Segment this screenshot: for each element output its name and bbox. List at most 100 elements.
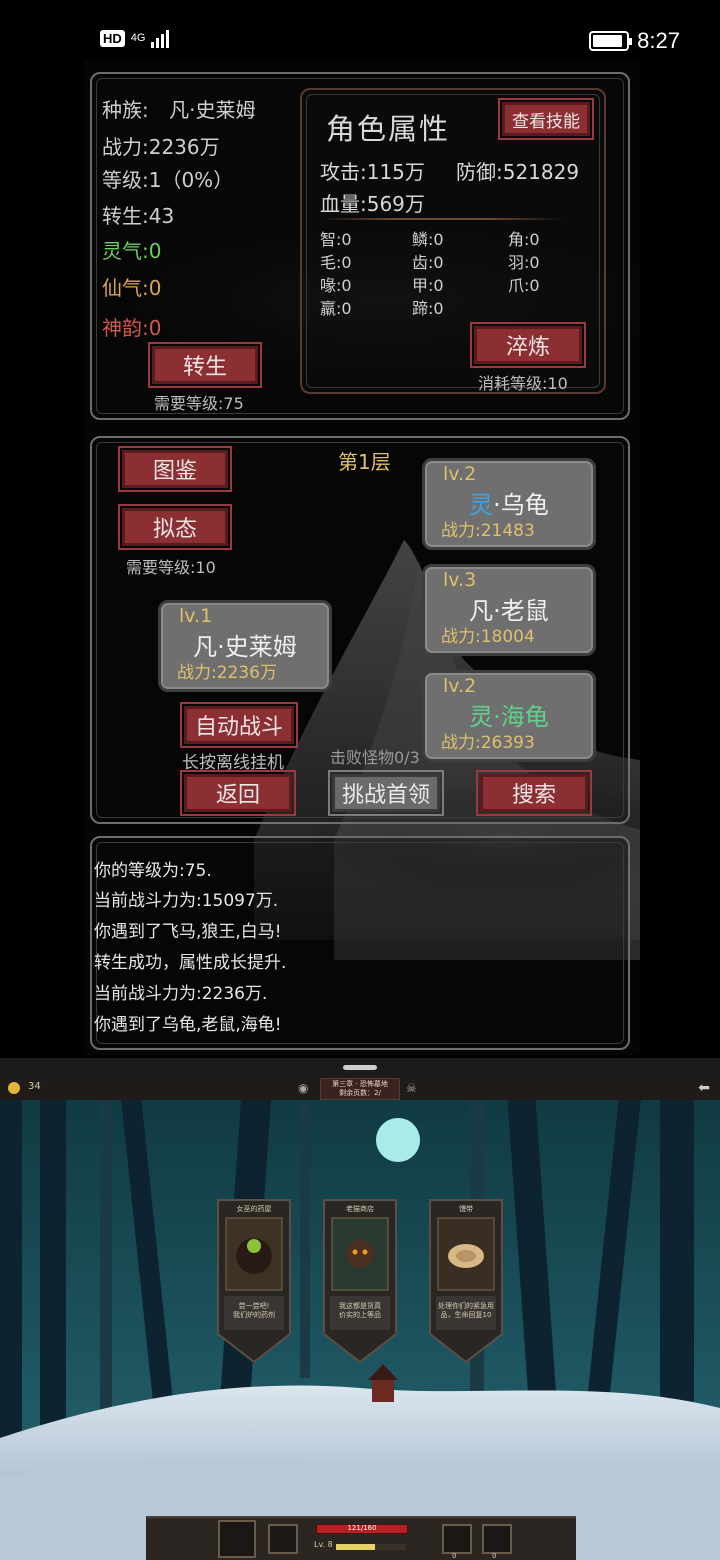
mimic-requirement: 需要等级:10 xyxy=(126,558,216,577)
log-line: 你的等级为:75. xyxy=(94,861,212,881)
log-line: 当前战斗力为:2236万. xyxy=(94,984,268,1004)
log-line: 你遇到了飞马,狼王,白马! xyxy=(94,922,282,942)
power-value: 战力:2236万 xyxy=(102,135,220,159)
monster-card[interactable]: lv.3 凡·老鼠 战力:18004 xyxy=(422,564,596,656)
attr-zhua: 爪:0 xyxy=(508,276,540,295)
monster-level: lv.2 xyxy=(443,675,477,697)
status-right: 8:27 xyxy=(589,28,680,54)
attack-value: 攻击:115万 xyxy=(320,160,425,184)
rebirth-button[interactable]: 转生 xyxy=(148,342,262,388)
race-row: 种族: 凡·史莱姆 xyxy=(102,94,255,123)
player-card[interactable]: lv.1 凡·史莱姆 战力:2236万 xyxy=(158,600,332,692)
signal-icon xyxy=(151,28,170,48)
log-line: 转生成功，属性成长提升. xyxy=(94,953,287,973)
monster-card[interactable]: lv.2 灵·海龟 战力:26393 xyxy=(422,670,596,762)
player-name: 凡·史莱姆 xyxy=(161,627,329,662)
battery-icon xyxy=(589,31,633,51)
monster-rank: 凡 xyxy=(469,597,494,625)
view-skills-button[interactable]: 查看技能 xyxy=(498,98,594,140)
split-screen-divider[interactable] xyxy=(0,1058,720,1078)
rebirth-requirement: 需要等级:75 xyxy=(154,394,244,413)
codex-button[interactable]: 图鉴 xyxy=(118,446,232,492)
event-card[interactable]: 女巫的药屋 尝一尝吧! 我们炉的药剂 xyxy=(214,1194,294,1364)
slot-count: 0 xyxy=(452,1552,457,1560)
attribute-title: 角色属性 xyxy=(326,112,451,146)
xianqi-value: 仙气:0 xyxy=(102,276,162,300)
card-desc: 尝一尝吧! 我们炉的药剂 xyxy=(233,1302,275,1319)
hp-bar: 121/160 xyxy=(316,1524,408,1534)
skill-slot[interactable] xyxy=(268,1524,298,1554)
network-type: 4G xyxy=(130,31,146,44)
eye-icon[interactable]: ◉ xyxy=(298,1081,308,1095)
coin-icon xyxy=(8,1082,20,1094)
monster-name: 灵·海龟 xyxy=(425,697,593,732)
card-title: 女巫的药屋 xyxy=(236,1205,272,1213)
attr-zhi: 智:0 xyxy=(320,230,352,249)
floor-title: 第1层 xyxy=(338,450,391,474)
auto-battle-hint: 长按离线挂机 xyxy=(182,753,284,773)
monster-species: ·老鼠 xyxy=(493,597,549,625)
monster-level: lv.3 xyxy=(443,569,477,591)
chapter-title: 第三章 · 恐怖墓地 xyxy=(332,1080,388,1088)
mimic-button[interactable]: 拟态 xyxy=(118,504,232,550)
game-window: 种族: 凡·史莱姆 战力:2236万 等级:1（0%） 转生:43 灵气:0 仙… xyxy=(84,60,640,1055)
attr-jiao: 角:0 xyxy=(508,230,540,249)
portrait-slot[interactable] xyxy=(218,1520,256,1558)
hp-value: 血量:569万 xyxy=(320,192,425,216)
event-card[interactable]: 馒带 处理你们的紧急用 品，生命回复10 xyxy=(426,1194,506,1364)
attribute-panel: 角色属性 查看技能 攻击:115万 防御:521829 血量:569万 智:0 … xyxy=(300,88,606,394)
monster-rank: 灵 xyxy=(469,491,494,519)
attr-yu: 羽:0 xyxy=(508,253,540,272)
monster-name: 凡·老鼠 xyxy=(425,591,593,626)
potion-slot[interactable] xyxy=(442,1524,472,1554)
hp-text: 121/160 xyxy=(347,1524,377,1532)
card-title: 馒带 xyxy=(459,1205,473,1213)
player-species: ·史莱姆 xyxy=(217,633,297,661)
attr-ti: 蹄:0 xyxy=(412,299,444,318)
hd-icon: HD xyxy=(100,29,125,47)
defeat-count: 击败怪物0/3 xyxy=(330,748,420,767)
log-line: 当前战斗力为:15097万. xyxy=(94,891,279,911)
player-level-text: Lv. 8 xyxy=(314,1540,333,1549)
refine-button[interactable]: 淬炼 xyxy=(470,322,586,368)
coin-count: 34 xyxy=(28,1081,41,1092)
monster-rank: 灵 xyxy=(469,703,494,731)
card-frame xyxy=(217,1199,291,1364)
refine-cost: 消耗等级:10 xyxy=(478,374,568,393)
player-power: 战力:2236万 xyxy=(177,663,277,683)
monster-power: 战力:21483 xyxy=(441,521,535,541)
split-handle[interactable] xyxy=(343,1065,377,1070)
rebirth-value: 转生:43 xyxy=(102,204,175,228)
status-left: HD 4G xyxy=(100,28,170,48)
slot-count: 0 xyxy=(492,1552,497,1560)
event-card[interactable]: 老猫商店 我这都是货真 价实的上等品 xyxy=(320,1194,400,1364)
auto-battle-button[interactable]: 自动战斗 xyxy=(180,702,298,748)
attr-jia: 甲:0 xyxy=(412,276,444,295)
back-button[interactable]: 返回 xyxy=(180,770,296,816)
card-desc: 我这都是货真 价实的上等品 xyxy=(339,1302,381,1319)
back-arrow-icon[interactable]: ⬅ xyxy=(698,1080,710,1096)
level-value: 等级:1（0%） xyxy=(102,168,234,192)
chapter-sub: 剩余页数：2/ xyxy=(339,1089,381,1097)
monster-name: 灵·乌龟 xyxy=(425,485,593,520)
search-button[interactable]: 搜索 xyxy=(476,770,592,816)
attr-lei: 羸:0 xyxy=(320,299,352,318)
shenyun-value: 神韵:0 xyxy=(102,316,162,340)
scroll-slot[interactable] xyxy=(482,1524,512,1554)
xp-bar xyxy=(336,1544,406,1550)
second-game-window: 34 ◉ 第三章 · 恐怖墓地 剩余页数：2/ ☠ ⬅ 女巫的药屋 尝一尝吧! … xyxy=(0,1078,720,1560)
race-label: 种族: xyxy=(102,98,149,122)
monster-card[interactable]: lv.2 灵·乌龟 战力:21483 xyxy=(422,458,596,550)
card-desc: 处理你们的紧急用 品，生命回复10 xyxy=(438,1302,494,1319)
monster-power: 战力:26393 xyxy=(441,733,535,753)
monster-species: ·乌龟 xyxy=(493,491,549,519)
skull-icon[interactable]: ☠ xyxy=(406,1081,417,1095)
player-rank: 凡 xyxy=(193,633,218,661)
card-frame xyxy=(323,1199,397,1364)
player-level: lv.1 xyxy=(179,605,213,627)
attribute-divider xyxy=(320,218,564,220)
log-line: 你遇到了乌龟,老鼠,海龟! xyxy=(94,1015,282,1035)
attr-lin: 鳞:0 xyxy=(412,230,444,249)
card-title: 老猫商店 xyxy=(346,1205,374,1213)
challenge-boss-button[interactable]: 挑战首领 xyxy=(328,770,444,816)
